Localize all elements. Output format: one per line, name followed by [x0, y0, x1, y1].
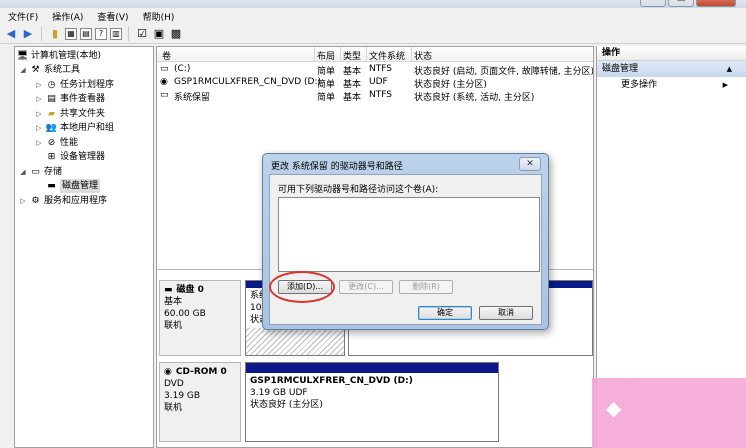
- tree-item-disk-management[interactable]: ▬ 磁盘管理: [35, 179, 101, 193]
- tree-item-performance[interactable]: ▷ ⊘ 性能: [35, 136, 78, 150]
- expand-arrow-icon[interactable]: ▷: [35, 107, 43, 121]
- menu-action[interactable]: 操作(A): [52, 10, 83, 23]
- users-icon: 👥: [45, 123, 58, 133]
- menu-file[interactable]: 文件(F): [8, 10, 38, 23]
- column-header-type[interactable]: 类型: [343, 49, 361, 62]
- volume-row[interactable]: ◉ GSP1RMCULXFRER_CN_DVD (D:) 简单 基本 UDF 状…: [157, 76, 593, 90]
- cdrom-0-row: ◉ CD-ROM 0 DVD 3.19 GB 联机 GSP1RMCULXFRER_…: [157, 362, 593, 444]
- up-folder-icon[interactable]: ▮: [48, 27, 62, 41]
- partition-dvd[interactable]: GSP1RMCULXFRER_CN_DVD (D:) 3.19 GB UDF 状…: [245, 362, 499, 442]
- drive-path-list[interactable]: [278, 197, 540, 272]
- watermark-overlay: ◆: [592, 378, 746, 448]
- change-drive-letter-dialog: 更改 系统保留 的驱动器号和路径 ✕ 可用下列驱动器号和路径访问这个卷(A): …: [262, 153, 549, 330]
- properties-icon[interactable]: ▤: [80, 27, 92, 40]
- dvd-drive-icon: ◉: [160, 77, 168, 87]
- export-list-icon[interactable]: ☑: [135, 27, 149, 41]
- drive-icon: ▭: [160, 64, 169, 74]
- shared-folder-icon: ▰: [48, 109, 55, 119]
- remove-button[interactable]: 删除(R): [399, 280, 453, 294]
- menu-view[interactable]: 查看(V): [97, 10, 128, 23]
- maximize-button[interactable]: □: [668, 0, 694, 7]
- more-actions[interactable]: 更多操作 ▶: [597, 77, 746, 93]
- dialog-title: 更改 系统保留 的驱动器号和路径: [271, 162, 403, 172]
- cdrom-0-label[interactable]: ◉ CD-ROM 0 DVD 3.19 GB 联机: [159, 362, 241, 442]
- disk-icon: ▬: [164, 285, 173, 295]
- cancel-button[interactable]: 取消: [479, 306, 533, 320]
- tree-item-services-apps[interactable]: ▷ ⚙ 服务和应用程序: [19, 194, 107, 208]
- watermark-logo-icon: ◆: [606, 396, 622, 420]
- disk-0-label[interactable]: ▬ 磁盘 0 基本 60.00 GB 联机: [159, 280, 241, 356]
- dialog-prompt: 可用下列驱动器号和路径访问这个卷(A):: [278, 185, 439, 195]
- actions-header: 操作: [597, 46, 746, 61]
- tree-item-event-viewer[interactable]: ▷ ▤ 事件查看器: [35, 92, 105, 106]
- collapse-arrow-icon[interactable]: ◢: [19, 63, 27, 77]
- change-button[interactable]: 更改(C)...: [339, 280, 393, 294]
- toolbar-separator: [128, 26, 129, 41]
- dialog-close-button[interactable]: ✕: [519, 157, 541, 171]
- ok-button[interactable]: 确定: [418, 306, 472, 320]
- event-log-icon: ▤: [47, 94, 56, 104]
- device-manager-icon: ⊞: [47, 152, 56, 162]
- tree-item-shared-folders[interactable]: ▷ ▰ 共享文件夹: [35, 107, 105, 121]
- column-header-volume[interactable]: 卷: [162, 49, 171, 62]
- volume-row[interactable]: ▭ (C:) 简单 基本 NTFS 状态良好 (启动, 页面文件, 故障转储, …: [157, 63, 593, 77]
- tree-item-system-tools[interactable]: ◢ ⚒ 系统工具: [19, 63, 80, 77]
- cdrom-icon: ◉: [164, 367, 172, 377]
- tree-item-task-scheduler[interactable]: ▷ ◷ 任务计划程序: [35, 78, 114, 92]
- expand-arrow-icon[interactable]: ▷: [35, 78, 43, 92]
- storage-icon: ▭: [31, 167, 40, 177]
- volume-list-header: 卷 布局 类型 文件系统 状态: [157, 47, 593, 62]
- expand-arrow-icon[interactable]: ▷: [35, 136, 43, 150]
- expand-arrow-icon[interactable]: ▷: [19, 194, 27, 208]
- show-hide-tree-icon[interactable]: ▦: [65, 27, 77, 40]
- back-arrow-icon[interactable]: ◀: [4, 27, 18, 41]
- expand-arrow-icon[interactable]: ▷: [35, 121, 43, 135]
- tree-item-local-users[interactable]: ▷ 👥 本地用户和组: [35, 121, 114, 135]
- help-icon[interactable]: ?: [95, 27, 107, 40]
- menu-help[interactable]: 帮助(H): [143, 10, 175, 23]
- close-button[interactable]: ✕: [696, 0, 736, 7]
- toolbar: ◀ ▶ ▮ ▦ ▤ ? ▥ ☑ ▣ ▩: [0, 24, 746, 44]
- refresh-disk-icon[interactable]: ▩: [169, 27, 183, 41]
- column-header-status[interactable]: 状态: [414, 49, 432, 62]
- actions-section-disk-management[interactable]: 磁盘管理 ▲: [597, 61, 746, 77]
- collapse-caret-icon[interactable]: ▲: [727, 61, 732, 77]
- tree-item-root[interactable]: 🖥 计算机管理(本地): [17, 49, 101, 63]
- services-icon: ⚙: [31, 196, 40, 206]
- expand-arrow-icon[interactable]: ▷: [35, 92, 43, 106]
- grid-view-icon[interactable]: ▥: [110, 27, 122, 40]
- window-controls: — □ ✕: [640, 0, 736, 7]
- drive-settings-icon[interactable]: ▣: [152, 27, 166, 41]
- tools-icon: ⚒: [31, 65, 40, 75]
- tree-item-storage[interactable]: ◢ ▭ 存储: [19, 165, 62, 179]
- performance-icon: ⊘: [47, 138, 56, 148]
- disk-management-icon: ▬: [47, 181, 56, 191]
- forward-arrow-icon[interactable]: ▶: [21, 27, 35, 41]
- menu-bar: 文件(F) 操作(A) 查看(V) 帮助(H): [0, 8, 746, 24]
- collapse-arrow-icon[interactable]: ◢: [19, 165, 27, 179]
- toolbar-separator: [41, 26, 42, 41]
- computer-icon: 🖥: [16, 51, 29, 61]
- column-header-layout[interactable]: 布局: [317, 49, 335, 62]
- highlight-circle: [269, 271, 335, 303]
- clock-icon: ◷: [47, 80, 56, 90]
- window-titlebar: — □ ✕: [0, 0, 746, 8]
- drive-icon: ▭: [160, 90, 169, 100]
- column-header-filesystem[interactable]: 文件系统: [369, 49, 405, 62]
- tree-item-device-manager[interactable]: ⊞ 设备管理器: [35, 150, 105, 164]
- minimize-button[interactable]: —: [640, 0, 666, 7]
- console-tree: 🖥 计算机管理(本地) ◢ ⚒ 系统工具 ▷ ◷ 任务计划程序 ▷ ▤ 事件查看…: [14, 46, 154, 448]
- submenu-arrow-icon: ▶: [722, 81, 728, 89]
- volume-row[interactable]: ▭ 系统保留 简单 基本 NTFS 状态良好 (系统, 活动, 主分区): [157, 89, 593, 103]
